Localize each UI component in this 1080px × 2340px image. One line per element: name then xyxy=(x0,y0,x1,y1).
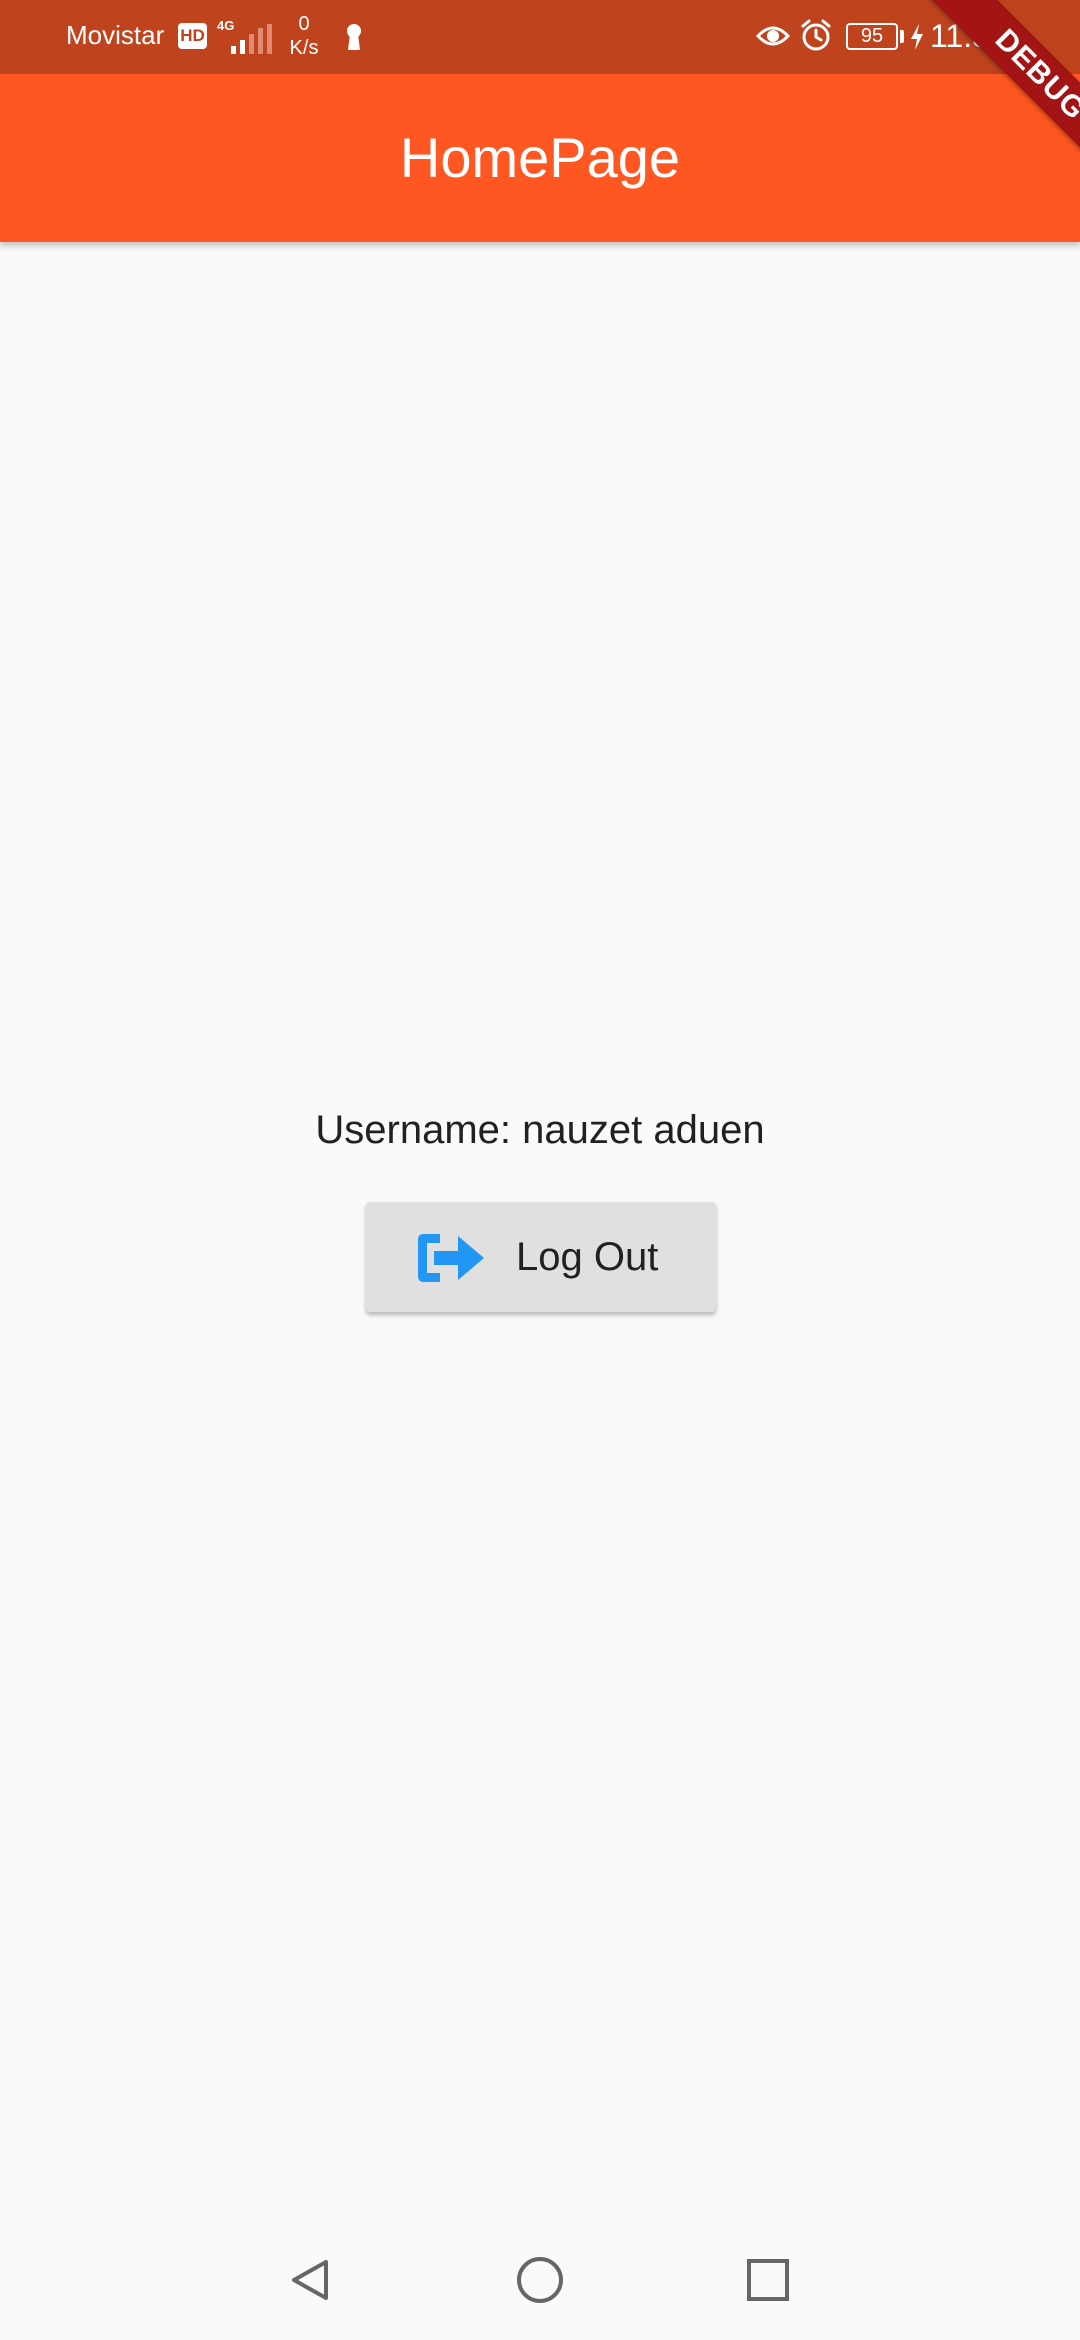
screen: Movistar HD 4G 0 K/s 95 DEBUG HomePage U… xyxy=(0,0,1080,2340)
home-icon[interactable] xyxy=(500,2240,580,2320)
eye-icon xyxy=(756,26,790,46)
status-bar: Movistar HD 4G 0 K/s 95 xyxy=(0,0,1080,74)
network-speed-value: 0 xyxy=(298,13,310,35)
logout-icon xyxy=(418,1234,484,1282)
alarm-icon xyxy=(801,19,831,51)
signal-icon: 4G xyxy=(217,18,273,54)
network-speed: 0 K/s xyxy=(284,12,324,60)
logout-button[interactable]: Log Out xyxy=(366,1202,716,1312)
battery-indicator: 95 xyxy=(846,23,898,50)
network-speed-unit: K/s xyxy=(289,37,319,59)
recents-icon[interactable] xyxy=(728,2240,808,2320)
page-title: HomePage xyxy=(399,126,681,189)
logout-button-label: Log Out xyxy=(516,1235,659,1279)
app-bar: HomePage xyxy=(0,74,1080,242)
battery-tip xyxy=(900,30,904,43)
signal-bars-icon xyxy=(231,24,272,54)
username-label: Username: nauzet aduen xyxy=(315,1108,765,1152)
keyhole-icon xyxy=(347,24,361,50)
hd-badge: HD xyxy=(178,23,207,49)
charging-icon xyxy=(911,24,923,50)
carrier-name: Movistar xyxy=(66,20,165,50)
navigation-bar xyxy=(0,2216,1080,2340)
back-icon[interactable] xyxy=(270,2240,350,2320)
